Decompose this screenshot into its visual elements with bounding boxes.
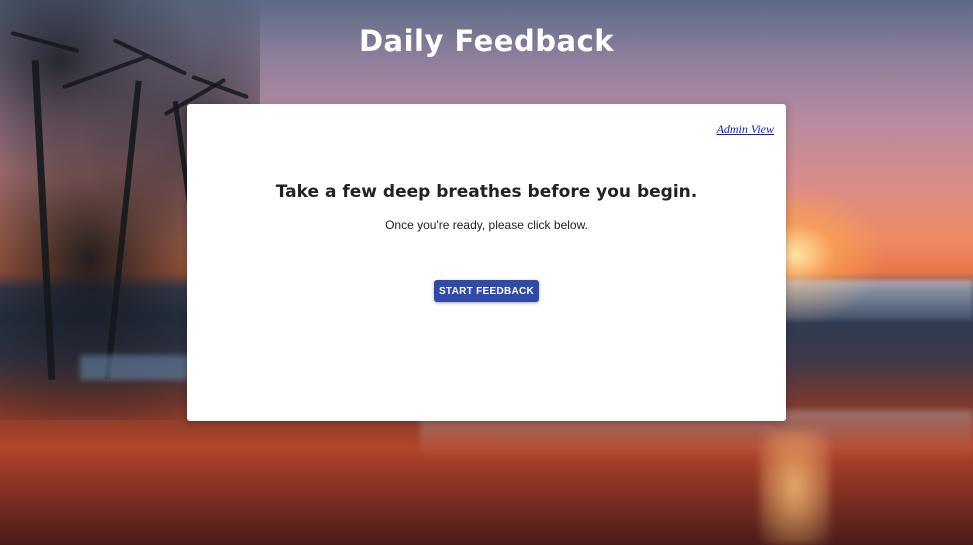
admin-view-link[interactable]: Admin View: [717, 122, 774, 137]
sea-waves: [780, 280, 973, 320]
feedback-card: Admin View Take a few deep breathes befo…: [187, 104, 786, 421]
water-edge: [80, 355, 190, 380]
sun-reflection: [760, 430, 830, 545]
page-title: Daily Feedback: [358, 24, 615, 58]
start-feedback-button[interactable]: START FEEDBACK: [434, 280, 539, 302]
card-heading: Take a few deep breathes before you begi…: [275, 182, 698, 202]
card-subtext: Once you're ready, please click below.: [385, 218, 588, 232]
